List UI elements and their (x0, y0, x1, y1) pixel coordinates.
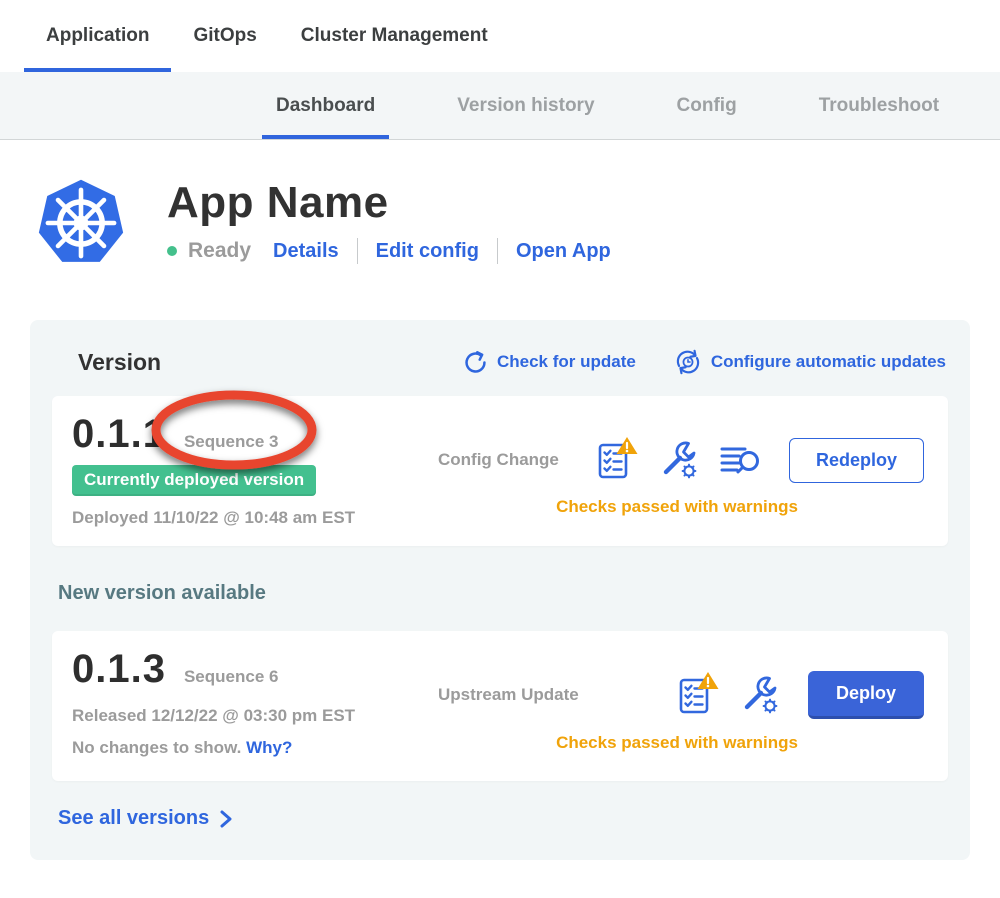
tab-application[interactable]: Application (24, 0, 171, 72)
tab-config-label: Config (677, 95, 737, 117)
new-version-available-heading: New version available (58, 582, 948, 605)
wrench-gear-icon[interactable] (659, 440, 699, 480)
check-for-update-label: Check for update (497, 352, 636, 372)
check-for-update-button[interactable]: Check for update (463, 350, 636, 375)
open-app-link[interactable]: Open App (516, 240, 611, 263)
configure-automatic-updates-button[interactable]: Configure automatic updates (674, 348, 946, 376)
details-link[interactable]: Details (273, 240, 339, 263)
tab-gitops[interactable]: GitOps (171, 0, 278, 72)
deployed-sequence-label: Sequence 3 (184, 432, 279, 452)
tab-dashboard[interactable]: Dashboard (250, 72, 401, 139)
tab-troubleshoot-label: Troubleshoot (819, 95, 939, 117)
deploy-button[interactable]: Deploy (808, 671, 924, 719)
refresh-icon (463, 350, 488, 375)
tab-config[interactable]: Config (651, 72, 763, 139)
edit-config-link[interactable]: Edit config (376, 240, 479, 263)
version-panel: Version Check for update Configure (30, 320, 970, 860)
chevron-right-icon (219, 809, 233, 829)
redeploy-button[interactable]: Redeploy (789, 438, 924, 483)
status-badge: Ready (188, 239, 251, 263)
release-type-label: Config Change (438, 450, 559, 470)
available-version-number: 0.1.3 (72, 647, 166, 692)
divider (497, 238, 498, 264)
app-header: App Name Ready Details Edit config Open … (0, 140, 1000, 270)
tab-version-history-label: Version history (457, 95, 594, 117)
tab-version-history[interactable]: Version history (431, 72, 620, 139)
wrench-gear-icon[interactable] (740, 675, 780, 715)
primary-nav: Application GitOps Cluster Management (0, 0, 1000, 72)
active-tab-underline (24, 68, 171, 72)
deployed-timestamp: Deployed 11/10/22 @ 10:48 am EST (72, 508, 420, 528)
kubernetes-logo-icon (35, 176, 127, 270)
released-timestamp: Released 12/12/22 @ 03:30 pm EST (72, 706, 420, 726)
version-panel-title: Version (78, 349, 161, 376)
see-all-versions-link[interactable]: See all versions (58, 807, 948, 830)
no-changes-text: No changes to show. (72, 738, 241, 757)
tab-cluster-management[interactable]: Cluster Management (279, 0, 510, 72)
tab-cluster-management-label: Cluster Management (301, 25, 488, 47)
release-type-label: Upstream Update (438, 685, 579, 705)
available-sequence-label: Sequence 6 (184, 667, 279, 687)
files-diff-icon[interactable] (719, 441, 761, 479)
secondary-nav: Dashboard Version history Config Trouble… (0, 72, 1000, 140)
preflight-checks-status[interactable]: Checks passed with warnings (420, 733, 934, 753)
tab-dashboard-label: Dashboard (276, 95, 375, 117)
preflight-checks-status[interactable]: Checks passed with warnings (420, 497, 934, 517)
tab-troubleshoot[interactable]: Troubleshoot (793, 72, 965, 139)
divider (357, 238, 358, 264)
clock-refresh-icon (674, 348, 702, 376)
tab-application-label: Application (46, 25, 149, 47)
deployed-version-card: 0.1.1 Sequence 3 Currently deployed vers… (52, 396, 948, 546)
active-subtab-underline (262, 135, 389, 139)
preflight-checks-icon[interactable] (597, 439, 639, 481)
see-all-versions-label: See all versions (58, 807, 209, 830)
configure-automatic-updates-label: Configure automatic updates (711, 352, 946, 372)
available-version-card: 0.1.3 Sequence 6 Released 12/12/22 @ 03:… (52, 631, 948, 781)
tab-gitops-label: GitOps (193, 25, 256, 47)
page-title: App Name (167, 178, 611, 228)
why-link[interactable]: Why? (246, 738, 292, 757)
preflight-checks-icon[interactable] (678, 674, 720, 716)
status-dot (167, 246, 177, 256)
deployed-version-number: 0.1.1 (72, 412, 166, 457)
currently-deployed-badge: Currently deployed version (72, 465, 316, 496)
